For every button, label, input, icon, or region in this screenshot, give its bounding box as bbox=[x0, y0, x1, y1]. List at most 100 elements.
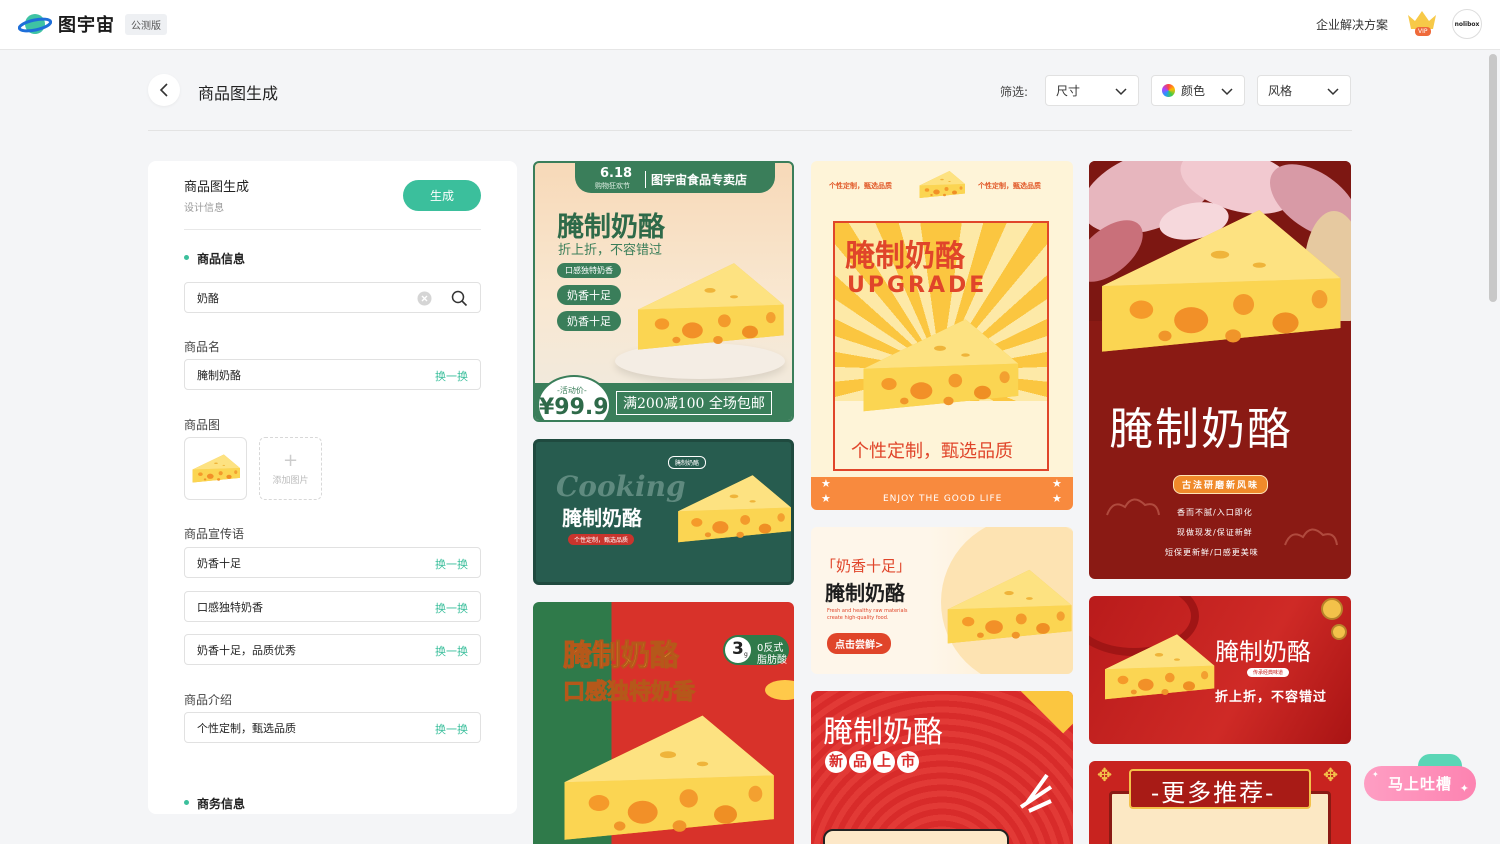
add-image-label: 添加图片 bbox=[272, 475, 309, 486]
chevron-down-icon bbox=[1115, 88, 1127, 96]
card-decor-disc bbox=[765, 680, 794, 700]
generate-button[interactable]: 生成 bbox=[403, 180, 481, 211]
planet-logo-icon bbox=[18, 14, 52, 34]
cloud-pattern-icon bbox=[1106, 498, 1160, 516]
style-filter-label: 风格 bbox=[1268, 84, 1293, 98]
clear-icon[interactable] bbox=[417, 291, 432, 306]
template-card-upgrade[interactable]: 个性定制，甄选品质 个性定制，甄选品质 腌制奶酪 UPGRADE 个性定制，甄选… bbox=[811, 161, 1073, 510]
swap-button[interactable]: 换一换 bbox=[435, 556, 468, 572]
card-line: 现做现发/保证新鲜 bbox=[1177, 528, 1253, 537]
card-title: -更多推荐- bbox=[1151, 779, 1276, 807]
swap-button[interactable]: 换一换 bbox=[435, 600, 468, 616]
cheese-image bbox=[672, 468, 794, 552]
cheese-image bbox=[855, 313, 1025, 421]
card-circle-char: 品 bbox=[849, 751, 871, 773]
search-value: 奶酪 bbox=[197, 291, 219, 305]
card-circle-char: 市 bbox=[897, 751, 919, 773]
user-avatar[interactable]: nolibox bbox=[1452, 9, 1482, 39]
card-circle-char: 新 bbox=[825, 751, 847, 773]
swap-button[interactable]: 换一换 bbox=[435, 721, 468, 737]
template-card-split[interactable]: 腌制奶酪 口感独特奶香 3 g 0反式 脂肪酸 bbox=[533, 602, 794, 844]
slogan-value: 口感独特奶香 bbox=[197, 600, 263, 614]
template-card-more[interactable]: -更多推荐- ✥ ✥ bbox=[1089, 761, 1351, 844]
card-sub: 折上折，不容错过 bbox=[1215, 690, 1328, 705]
product-image-label: 商品图 bbox=[184, 418, 221, 432]
style-filter-select[interactable]: 风格 bbox=[1257, 75, 1351, 106]
intro-field[interactable]: 个性定制，甄选品质 换一换 bbox=[184, 712, 481, 743]
star-icon: ★ bbox=[821, 477, 831, 490]
card-date-sub: 购物狂欢节 bbox=[595, 182, 630, 190]
product-name-value: 腌制奶酪 bbox=[197, 368, 241, 382]
avatar-text: nolibox bbox=[1454, 20, 1480, 28]
chevron-down-icon bbox=[1221, 88, 1233, 96]
card-badge-text: 脂肪酸 bbox=[757, 655, 787, 666]
card-en-line: create high-quality food. bbox=[827, 615, 889, 621]
card-subtitle: 口感独特奶香 bbox=[562, 679, 696, 706]
product-search-input[interactable]: 奶酪 bbox=[184, 282, 481, 313]
card-title: 腌制奶酪 bbox=[562, 506, 642, 530]
slogan-field-1[interactable]: 奶香十足 换一换 bbox=[184, 547, 481, 578]
card-title: 腌制奶酪 bbox=[562, 638, 680, 673]
size-filter-label: 尺寸 bbox=[1056, 84, 1081, 98]
slogan-value: 奶香十足，品质优秀 bbox=[197, 643, 296, 657]
enterprise-solutions-link[interactable]: 企业解决方案 bbox=[1316, 16, 1388, 33]
card-badge-num: 3 bbox=[732, 639, 744, 659]
card-title: 腌制奶酪 bbox=[845, 239, 965, 274]
top-header: 图宇宙 公测版 企业解决方案 VIP nolibox bbox=[0, 0, 1500, 50]
card-tagline: 个性定制，甄选品质 bbox=[851, 441, 1013, 462]
intro-label: 商品介绍 bbox=[184, 693, 233, 707]
slogan-field-2[interactable]: 口感独特奶香 换一换 bbox=[184, 591, 481, 622]
sparkle-icon: ✦ bbox=[1372, 770, 1380, 779]
card-circle-char: 上 bbox=[873, 751, 895, 773]
plus-icon: + bbox=[282, 449, 299, 471]
cloud-pattern-icon bbox=[1284, 528, 1338, 546]
star-icon: ★ bbox=[1052, 477, 1062, 490]
add-image-button[interactable]: + 添加图片 bbox=[259, 437, 322, 500]
template-card-newyear[interactable]: 腌制奶酪 传承经典味道 折上折，不容错过 bbox=[1089, 596, 1351, 744]
template-card-maroon[interactable]: 腌制奶酪 古法研磨新风味 香而不腻/入口即化 现做现发/保证新鲜 短保更新鲜/口… bbox=[1089, 161, 1351, 579]
back-button[interactable] bbox=[148, 74, 180, 106]
card-title: 腌制奶酪 bbox=[825, 581, 905, 605]
card-upgrade: UPGRADE bbox=[847, 273, 988, 298]
size-filter-select[interactable]: 尺寸 bbox=[1045, 75, 1139, 106]
template-card-cooking[interactable]: 腌制奶酪 Cooking 腌制奶酪 个性定制，甄选品质 bbox=[533, 439, 794, 585]
template-card-newlaunch[interactable]: 腌制奶酪 新 品 上 市 bbox=[811, 691, 1073, 844]
chevron-left-icon bbox=[159, 83, 168, 97]
burst-lines-icon bbox=[1019, 773, 1053, 813]
card-price: ¥99.9 bbox=[539, 395, 609, 420]
card-quote: 「奶香十足」 bbox=[821, 557, 912, 575]
search-icon[interactable] bbox=[451, 290, 468, 307]
logo[interactable]: 图宇宙 公测版 bbox=[18, 11, 167, 37]
template-card-cream[interactable]: 「奶香十足」 腌制奶酪 Fresh and healthy raw materi… bbox=[811, 527, 1073, 674]
card-cream-panel bbox=[823, 829, 1009, 844]
card-footer-text: ENJOY THE GOOD LIFE bbox=[883, 494, 1003, 504]
slogan-value: 奶香十足 bbox=[197, 556, 241, 570]
page-scrollbar[interactable] bbox=[1489, 54, 1497, 302]
card-shop-name: 图宇宙食品专卖店 bbox=[645, 171, 747, 188]
filter-label: 筛选: bbox=[1000, 85, 1029, 99]
page-title: 商品图生成 bbox=[198, 84, 279, 103]
color-filter-select[interactable]: 颜色 bbox=[1151, 75, 1245, 106]
product-image-thumbnail[interactable] bbox=[184, 437, 247, 500]
slogan-label: 商品宣传语 bbox=[184, 527, 245, 541]
card-line: 香而不腻/入口即化 bbox=[1177, 508, 1253, 517]
vip-badge[interactable]: VIP bbox=[1406, 9, 1438, 39]
card-top-text: 个性定制，甄选品质 bbox=[829, 182, 892, 190]
product-name-field[interactable]: 腌制奶酪 换一换 bbox=[184, 359, 481, 390]
card-subtitle: 折上折，不容错过 bbox=[558, 243, 663, 258]
swap-button[interactable]: 换一换 bbox=[435, 643, 468, 659]
swap-button[interactable]: 换一换 bbox=[435, 368, 468, 384]
card-date: 6.18 bbox=[600, 166, 633, 181]
card-promo: 满200减100 全场包邮 bbox=[616, 391, 772, 415]
card-title: 腌制奶酪 bbox=[1109, 404, 1293, 455]
feedback-button[interactable]: ✦ 马上吐槽 ✦ bbox=[1364, 766, 1476, 801]
card-corner-stripe bbox=[1006, 691, 1073, 734]
card-en-line: Fresh and healthy raw materials bbox=[827, 608, 908, 614]
card-title: 腌制奶酪 bbox=[1215, 638, 1311, 666]
card-top-text: 个性定制，甄选品质 bbox=[978, 182, 1041, 190]
slogan-field-3[interactable]: 奶香十足，品质优秀 换一换 bbox=[184, 634, 481, 665]
coin-icon bbox=[1321, 598, 1343, 620]
cheese-image bbox=[941, 565, 1073, 651]
template-card-618[interactable]: 6.18 购物狂欢节 图宇宙食品专卖店 腌制奶酪 折上折，不容错过 口感独特奶香… bbox=[533, 161, 794, 422]
cheese-thumbnail-icon bbox=[190, 453, 242, 485]
